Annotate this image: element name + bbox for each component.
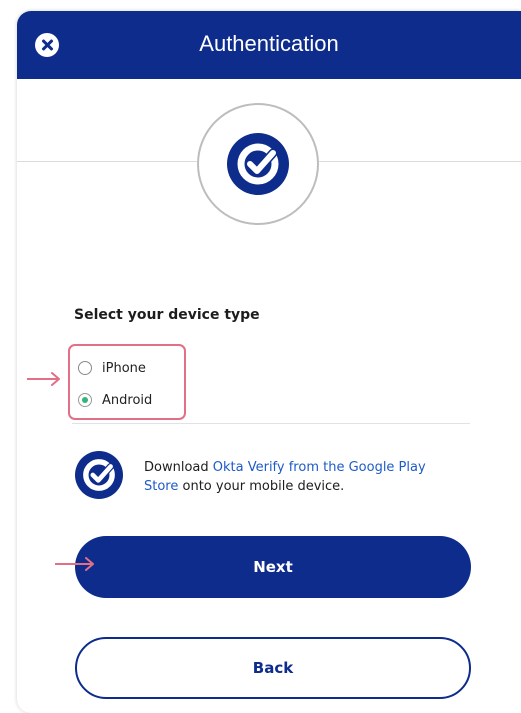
radio-iphone[interactable]: iPhone — [78, 356, 146, 380]
auth-panel: Authentication Select your device type i… — [17, 11, 521, 713]
next-button[interactable]: Next — [75, 536, 471, 598]
okta-verify-icon — [227, 133, 289, 195]
info-prefix: Download — [144, 460, 213, 475]
radio-iphone-label: iPhone — [102, 360, 146, 376]
divider-right — [319, 161, 521, 162]
radio-android-label: Android — [102, 392, 153, 408]
page-title: Authentication — [199, 31, 339, 56]
arrow-right-icon — [55, 557, 94, 571]
back-button[interactable]: Back — [75, 637, 471, 699]
okta-verify-small-icon — [75, 451, 123, 499]
divider-left — [17, 161, 197, 162]
download-instructions: Download Okta Verify from the Google Pla… — [144, 458, 464, 496]
header-bar: Authentication — [17, 11, 521, 79]
device-type-label: Select your device type — [74, 307, 260, 323]
info-suffix: onto your mobile device. — [178, 479, 345, 494]
device-type-radio-group: iPhone Android — [68, 344, 186, 420]
radio-android[interactable]: Android — [78, 388, 152, 412]
section-divider — [72, 423, 470, 424]
radio-android-control[interactable] — [78, 393, 92, 407]
okta-verify-badge — [197, 103, 319, 225]
arrow-right-icon — [27, 372, 60, 386]
radio-iphone-control[interactable] — [78, 361, 92, 375]
